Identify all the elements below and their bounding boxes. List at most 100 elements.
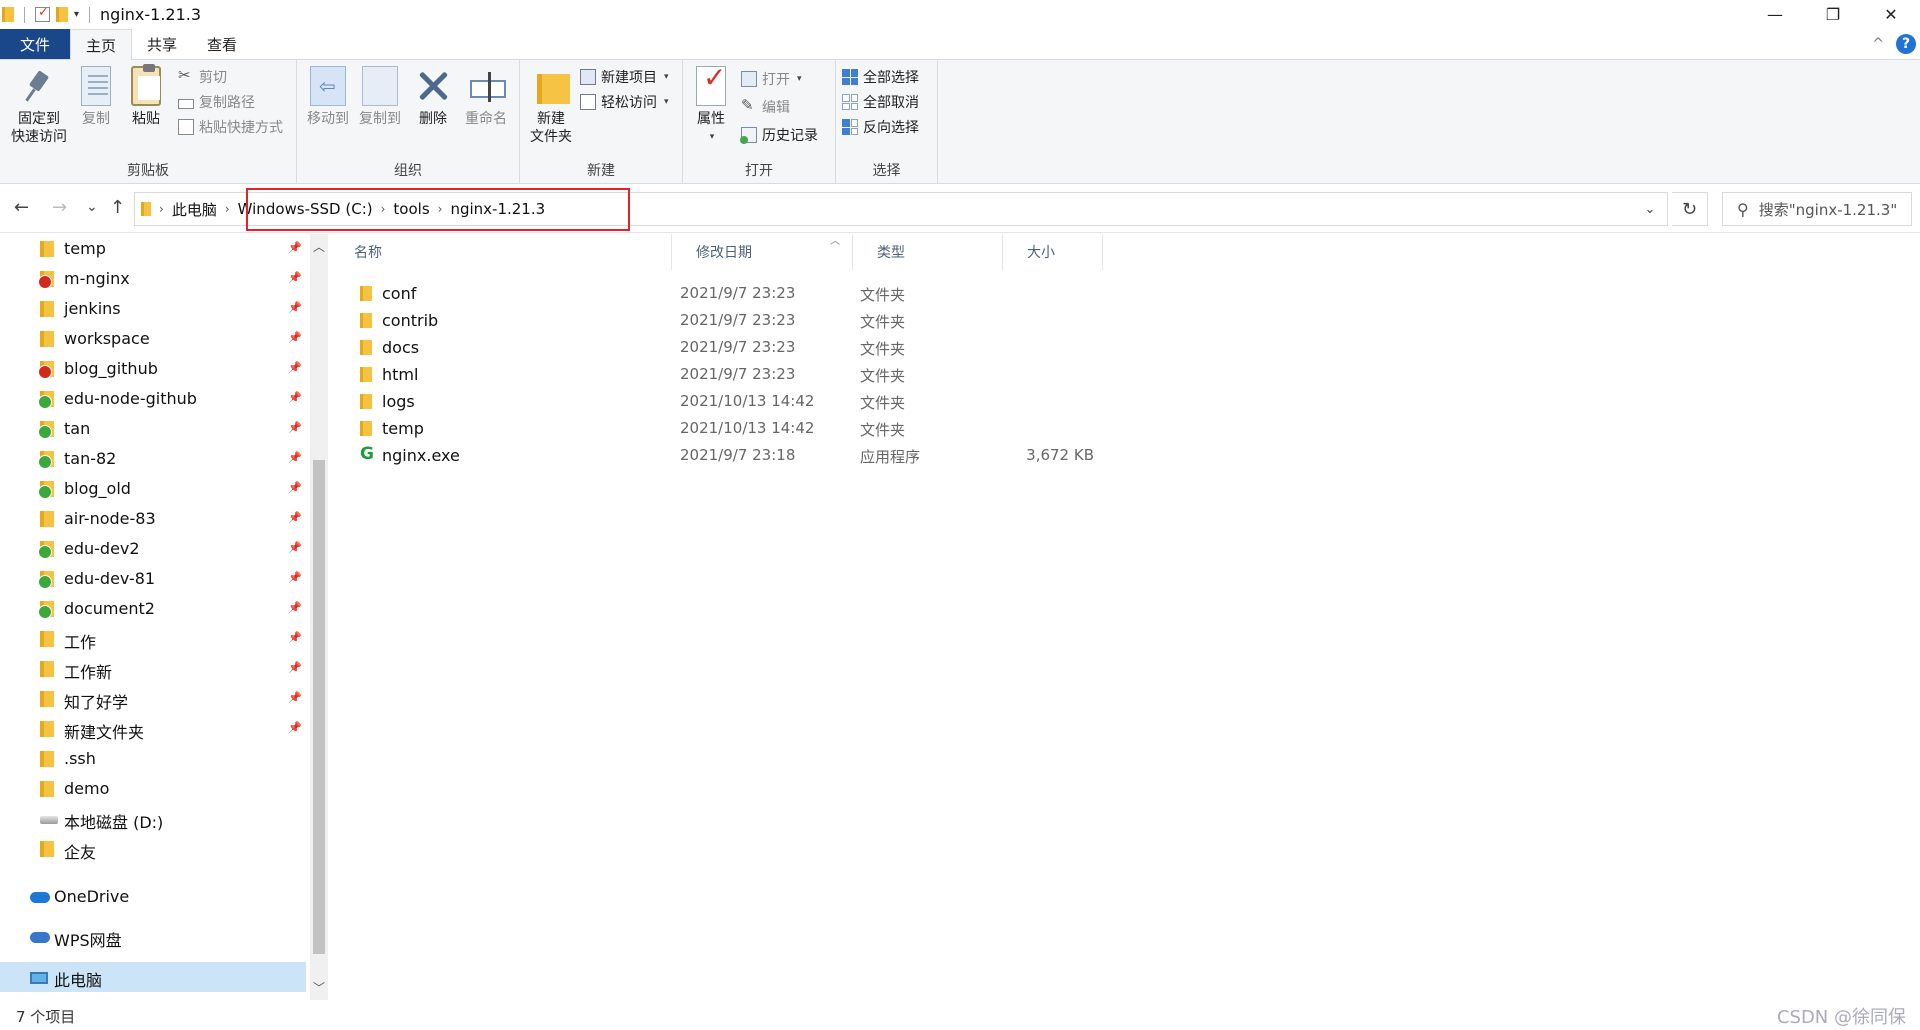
table-row[interactable]: conf 2021/9/7 23:23 文件夹 — [330, 280, 1130, 307]
nav-item[interactable]: tan-82 📌 — [0, 444, 306, 474]
table-row[interactable]: docs 2021/9/7 23:23 文件夹 — [330, 334, 1130, 361]
nav-item[interactable]: blog_old 📌 — [0, 474, 306, 504]
nav-item[interactable]: temp 📌 — [0, 234, 306, 264]
nav-item[interactable]: air-node-83 📌 — [0, 504, 306, 534]
nav-item[interactable]: .ssh — [0, 744, 306, 774]
pinned-icon[interactable]: 📌 — [288, 421, 302, 434]
pinned-icon[interactable]: 📌 — [288, 511, 302, 524]
navigation-scrollbar[interactable]: ︿ ﹀ — [310, 234, 328, 1000]
delete-button[interactable]: 删除 — [413, 66, 453, 128]
tab-view[interactable]: 查看 — [192, 29, 252, 59]
table-row[interactable]: contrib 2021/9/7 23:23 文件夹 — [330, 307, 1130, 334]
properties-icon[interactable] — [35, 5, 50, 22]
nav-item-label: 知了好学 — [64, 693, 129, 712]
paste-button[interactable]: 粘贴 — [126, 64, 166, 128]
chevron-right-icon[interactable]: › — [159, 202, 164, 216]
tab-file[interactable]: 文件 — [0, 29, 71, 59]
search-input[interactable]: ⚲ 搜索"nginx-1.21.3" — [1722, 192, 1912, 226]
table-row[interactable]: html 2021/9/7 23:23 文件夹 — [330, 361, 1130, 388]
column-header-size[interactable]: 大小 — [1003, 234, 1103, 270]
chevron-right-icon[interactable]: › — [225, 202, 230, 216]
pin-to-quick-access-button[interactable]: 固定到 快速访问 — [8, 66, 70, 146]
nav-item[interactable]: document2 📌 — [0, 594, 306, 624]
properties-button[interactable]: 属性 ▾ — [691, 66, 731, 146]
nav-this-pc[interactable]: 此电脑 — [0, 962, 306, 992]
nav-item[interactable]: edu-dev2 📌 — [0, 534, 306, 564]
pinned-icon[interactable]: 📌 — [288, 391, 302, 404]
nav-item[interactable]: 本地磁盘 (D:) — [0, 804, 306, 834]
pinned-icon[interactable]: 📌 — [288, 691, 302, 704]
folder-icon — [40, 751, 54, 767]
new-item-button[interactable]: 新建项目 ▾ — [580, 66, 669, 88]
nav-item[interactable]: demo — [0, 774, 306, 804]
address-history-chevron-down-icon[interactable]: ⌄ — [1633, 193, 1667, 225]
nav-item[interactable]: tan 📌 — [0, 414, 306, 444]
close-button[interactable]: ✕ — [1862, 0, 1920, 29]
forward-button[interactable]: → — [52, 197, 67, 218]
pinned-icon[interactable]: 📌 — [288, 241, 302, 254]
nav-wps-drive[interactable]: WPS网盘 — [0, 922, 306, 952]
recent-locations-button[interactable]: ⌄ — [86, 199, 98, 215]
pinned-icon[interactable]: 📌 — [288, 361, 302, 374]
pinned-icon[interactable]: 📌 — [288, 301, 302, 314]
tab-home[interactable]: 主页 — [70, 29, 133, 60]
select-none-button[interactable]: 全部取消 — [842, 91, 919, 113]
copy-button[interactable]: 复制 — [76, 66, 116, 128]
open-button[interactable]: 打开 ▾ — [741, 68, 802, 90]
new-folder-button[interactable]: 新建 文件夹 — [526, 66, 576, 146]
column-header-type[interactable]: 类型 — [853, 234, 1003, 270]
scroll-up-icon[interactable]: ︿ — [310, 238, 328, 255]
nav-item[interactable]: jenkins 📌 — [0, 294, 306, 324]
table-row[interactable]: logs 2021/10/13 14:42 文件夹 — [330, 388, 1130, 415]
nav-item[interactable]: 工作 📌 — [0, 624, 306, 654]
customize-toolbar-caret-icon[interactable]: ▾ — [74, 9, 79, 20]
column-header-date[interactable]: 修改日期 — [672, 234, 853, 270]
nav-item[interactable]: 企友 — [0, 834, 306, 864]
nav-item[interactable]: 知了好学 📌 — [0, 684, 306, 714]
copy-to-button[interactable]: 复制到 — [355, 66, 405, 128]
invert-selection-button[interactable]: 反向选择 — [842, 116, 919, 138]
nav-item[interactable]: 新建文件夹 📌 — [0, 714, 306, 744]
up-button[interactable]: ↑ — [110, 197, 125, 218]
help-icon[interactable]: ? — [1896, 34, 1916, 54]
pinned-icon[interactable]: 📌 — [288, 571, 302, 584]
scroll-down-icon[interactable]: ﹀ — [310, 979, 328, 996]
copy-path-button[interactable]: 复制路径 — [178, 91, 255, 113]
pinned-icon[interactable]: 📌 — [288, 631, 302, 644]
pinned-icon[interactable]: 📌 — [288, 481, 302, 494]
easy-access-button[interactable]: 轻松访问 ▾ — [580, 91, 669, 113]
tab-share[interactable]: 共享 — [132, 29, 192, 59]
nav-onedrive[interactable]: OneDrive — [0, 882, 306, 912]
new-folder-icon[interactable] — [56, 7, 68, 22]
edit-button[interactable]: 编辑 — [741, 96, 790, 118]
pinned-icon[interactable]: 📌 — [288, 721, 302, 734]
table-row[interactable]: nginx.exe 2021/9/7 23:18 应用程序 3,672 KB — [330, 442, 1130, 469]
nav-item[interactable]: blog_github 📌 — [0, 354, 306, 384]
cut-button[interactable]: 剪切 — [178, 66, 227, 88]
pinned-icon[interactable]: 📌 — [288, 271, 302, 284]
table-row[interactable]: temp 2021/10/13 14:42 文件夹 — [330, 415, 1130, 442]
rename-button[interactable]: 重命名 — [461, 66, 511, 128]
breadcrumb-this-pc[interactable]: 此电脑 — [172, 199, 217, 220]
select-all-button[interactable]: 全部选择 — [842, 66, 919, 88]
back-button[interactable]: ← — [14, 197, 29, 218]
pinned-icon[interactable]: 📌 — [288, 451, 302, 464]
scrollbar-thumb[interactable] — [313, 460, 325, 954]
paste-shortcut-button[interactable]: 粘贴快捷方式 — [178, 116, 283, 138]
nav-item[interactable]: edu-node-github 📌 — [0, 384, 306, 414]
history-button[interactable]: 历史记录 — [740, 124, 818, 146]
nav-item[interactable]: edu-dev-81 📌 — [0, 564, 306, 594]
column-header-name[interactable]: 名称 — [330, 234, 672, 270]
nav-item[interactable]: m-nginx 📌 — [0, 264, 306, 294]
refresh-button[interactable]: ↻ — [1672, 192, 1708, 226]
pinned-icon[interactable]: 📌 — [288, 661, 302, 674]
pinned-icon[interactable]: 📌 — [288, 331, 302, 344]
nav-item[interactable]: 工作新 📌 — [0, 654, 306, 684]
move-to-button[interactable]: 移动到 — [303, 66, 353, 128]
restore-button[interactable]: ❐ — [1804, 0, 1862, 29]
collapse-ribbon-icon[interactable]: ^ — [1872, 36, 1884, 52]
nav-item[interactable]: workspace 📌 — [0, 324, 306, 354]
pinned-icon[interactable]: 📌 — [288, 601, 302, 614]
pinned-icon[interactable]: 📌 — [288, 541, 302, 554]
minimize-button[interactable]: — — [1746, 0, 1804, 29]
